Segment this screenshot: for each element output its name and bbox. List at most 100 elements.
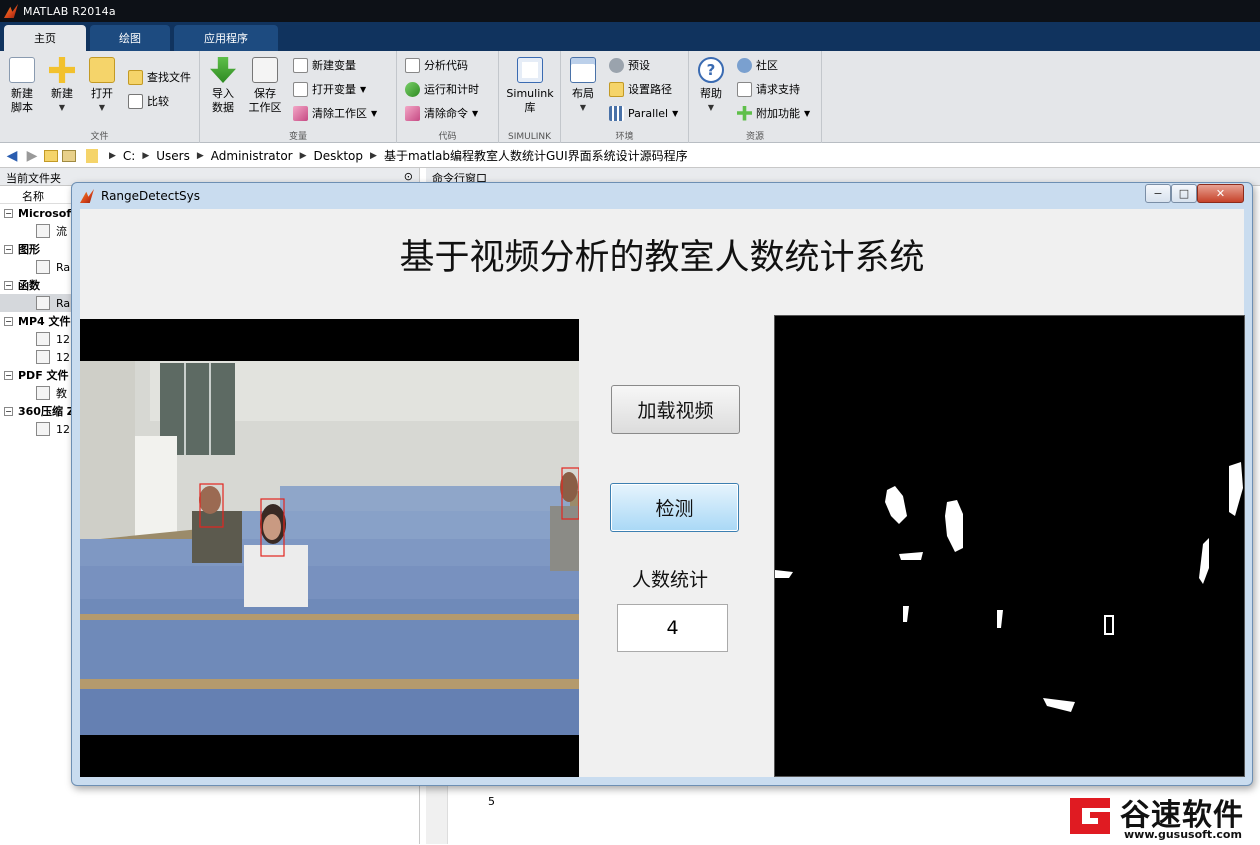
save-workspace-button[interactable]: 保存 工作区 (245, 55, 285, 129)
new-variable-label: 新建变量 (312, 59, 356, 72)
set-path-label: 设置路径 (628, 83, 672, 96)
close-button[interactable]: ✕ (1197, 184, 1244, 203)
file-icon (36, 260, 50, 274)
open-variable-button[interactable]: 打开变量 ▼ (293, 79, 366, 99)
folder-group-label: PDF 文件 (18, 369, 69, 382)
clear-commands-label: 清除命令 (424, 107, 468, 120)
maximize-button[interactable]: □ (1171, 184, 1197, 203)
community-button[interactable]: 社区 (737, 55, 778, 75)
count-value-field[interactable]: 4 (617, 604, 728, 652)
watermark-url: www.gususoft.com (1124, 828, 1242, 841)
breadcrumb-separator-icon: ▶ (142, 150, 150, 161)
file-name: Ra (56, 260, 71, 274)
gui-window: RangeDetectSys − □ ✕ 基于视频分析的教室人数统计系统 加载视… (71, 182, 1253, 786)
new-variable-button[interactable]: 新建变量 (293, 55, 356, 75)
parallel-button[interactable]: Parallel ▼ (609, 103, 678, 123)
matlab-logo-icon (4, 4, 18, 18)
tab-apps[interactable]: 应用程序 (174, 25, 278, 51)
file-icon (36, 350, 50, 364)
minimize-button[interactable]: − (1145, 184, 1171, 203)
help-dropdown-icon: ▼ (707, 103, 715, 112)
parallel-icon (609, 105, 624, 121)
breadcrumb-separator-icon: ▶ (370, 150, 377, 161)
breadcrumb-separator-icon: ▶ (196, 150, 204, 161)
breadcrumb-separator-icon: ▶ (109, 150, 116, 161)
simulink-library-button[interactable]: Simulink 库 (504, 55, 556, 129)
parallel-dropdown-icon[interactable]: ▼ (672, 109, 678, 118)
breadcrumb-item[interactable]: Desktop (314, 149, 364, 163)
save-workspace-label: 保存 工作区 (248, 87, 282, 114)
open-label: 打开 (91, 87, 113, 100)
ribbon: 新建 脚本 新建 ▼ 打开 ▼ 查找文件 比较 文件 导入 数据 保存 工作区 … (0, 51, 1260, 143)
breadcrumb-item[interactable]: Users (156, 149, 190, 163)
ribbon-group-environment: 布局 ▼ 预设 设置路径 Parallel ▼ 环境 (561, 51, 689, 143)
new-label: 新建 (51, 87, 73, 100)
back-arrow-icon[interactable]: ◀ (4, 148, 20, 164)
find-files-button[interactable]: 查找文件 (128, 67, 191, 87)
up-folder-icon[interactable] (44, 149, 58, 162)
open-dropdown-icon: ▼ (98, 103, 106, 112)
help-button[interactable]: ? 帮助 ▼ (691, 55, 731, 129)
breadcrumb-item[interactable]: Administrator (211, 149, 293, 163)
run-and-time-button[interactable]: 运行和计时 (405, 79, 479, 99)
forward-arrow-icon[interactable]: ▶ (24, 148, 40, 164)
add-ons-plus-icon (737, 105, 752, 121)
open-variable-dropdown-icon[interactable]: ▼ (360, 85, 366, 94)
desk-edge (80, 679, 579, 689)
set-path-button[interactable]: 设置路径 (609, 79, 672, 99)
help-label: 帮助 (700, 87, 722, 100)
tab-plots[interactable]: 绘图 (90, 25, 170, 51)
clear-commands-button[interactable]: 清除命令 ▼ (405, 103, 478, 123)
binary-mask-axes (774, 315, 1245, 777)
gui-titlebar[interactable]: RangeDetectSys (72, 183, 1252, 209)
import-data-button[interactable]: 导入 数据 (203, 55, 243, 129)
close-icon: ✕ (1215, 187, 1226, 200)
add-ons-button[interactable]: 附加功能 ▼ (737, 103, 810, 123)
collapse-toggle-icon[interactable]: − (4, 208, 13, 218)
brand-logo-icon (1070, 798, 1110, 834)
app-title: MATLAB R2014a (23, 4, 116, 18)
new-script-button[interactable]: 新建 脚本 (2, 55, 42, 129)
preferences-button[interactable]: 预设 (609, 55, 650, 75)
layout-button[interactable]: 布局 ▼ (563, 55, 603, 129)
collapse-toggle-icon[interactable]: − (4, 280, 13, 290)
layout-icon (570, 57, 596, 83)
compare-button[interactable]: 比较 (128, 91, 169, 111)
new-button[interactable]: 新建 ▼ (42, 55, 82, 129)
new-script-icon (9, 57, 35, 83)
open-button[interactable]: 打开 ▼ (82, 55, 122, 129)
mask-background (775, 316, 1244, 776)
collapse-toggle-icon[interactable]: − (4, 370, 13, 380)
folder-group-label: Microsof (18, 206, 72, 220)
breadcrumb-item[interactable]: C: (123, 149, 135, 163)
clear-workspace-button[interactable]: 清除工作区 ▼ (293, 103, 377, 123)
gui-heading: 基于视频分析的教室人数统计系统 (399, 238, 925, 278)
file-name: Ra (56, 296, 71, 310)
breadcrumb: ▶ C: ▶ Users ▶ Administrator ▶ Desktop ▶… (102, 147, 688, 164)
request-support-icon (737, 81, 752, 97)
request-support-button[interactable]: 请求支持 (737, 79, 800, 99)
browse-folder-icon[interactable] (62, 149, 76, 162)
clear-workspace-icon (293, 105, 308, 121)
detect-button[interactable]: 检测 (610, 483, 739, 532)
breadcrumb-item[interactable]: 基于matlab编程教室人数统计GUI界面系统设计源码程序 (384, 147, 688, 164)
seat-row (80, 599, 579, 685)
add-ons-dropdown-icon[interactable]: ▼ (804, 109, 810, 118)
collapse-toggle-icon[interactable]: − (4, 316, 13, 326)
load-video-button[interactable]: 加载视频 (611, 385, 740, 434)
file-name: 流 (56, 225, 67, 238)
simulink-group-caption: SIMULINK (507, 132, 552, 142)
person-face (199, 486, 221, 514)
desk-edge (80, 614, 579, 620)
collapse-toggle-icon[interactable]: − (4, 406, 13, 416)
parallel-label: Parallel (628, 106, 669, 120)
person-body (550, 506, 579, 571)
collapse-toggle-icon[interactable]: − (4, 244, 13, 254)
analyze-code-button[interactable]: 分析代码 (405, 55, 468, 75)
compare-icon (128, 93, 143, 109)
clear-commands-dropdown-icon[interactable]: ▼ (472, 109, 478, 118)
run-and-time-icon (405, 81, 420, 97)
set-path-folder-icon (609, 81, 624, 97)
tab-home[interactable]: 主页 (4, 25, 86, 51)
clear-workspace-dropdown-icon[interactable]: ▼ (371, 109, 377, 118)
